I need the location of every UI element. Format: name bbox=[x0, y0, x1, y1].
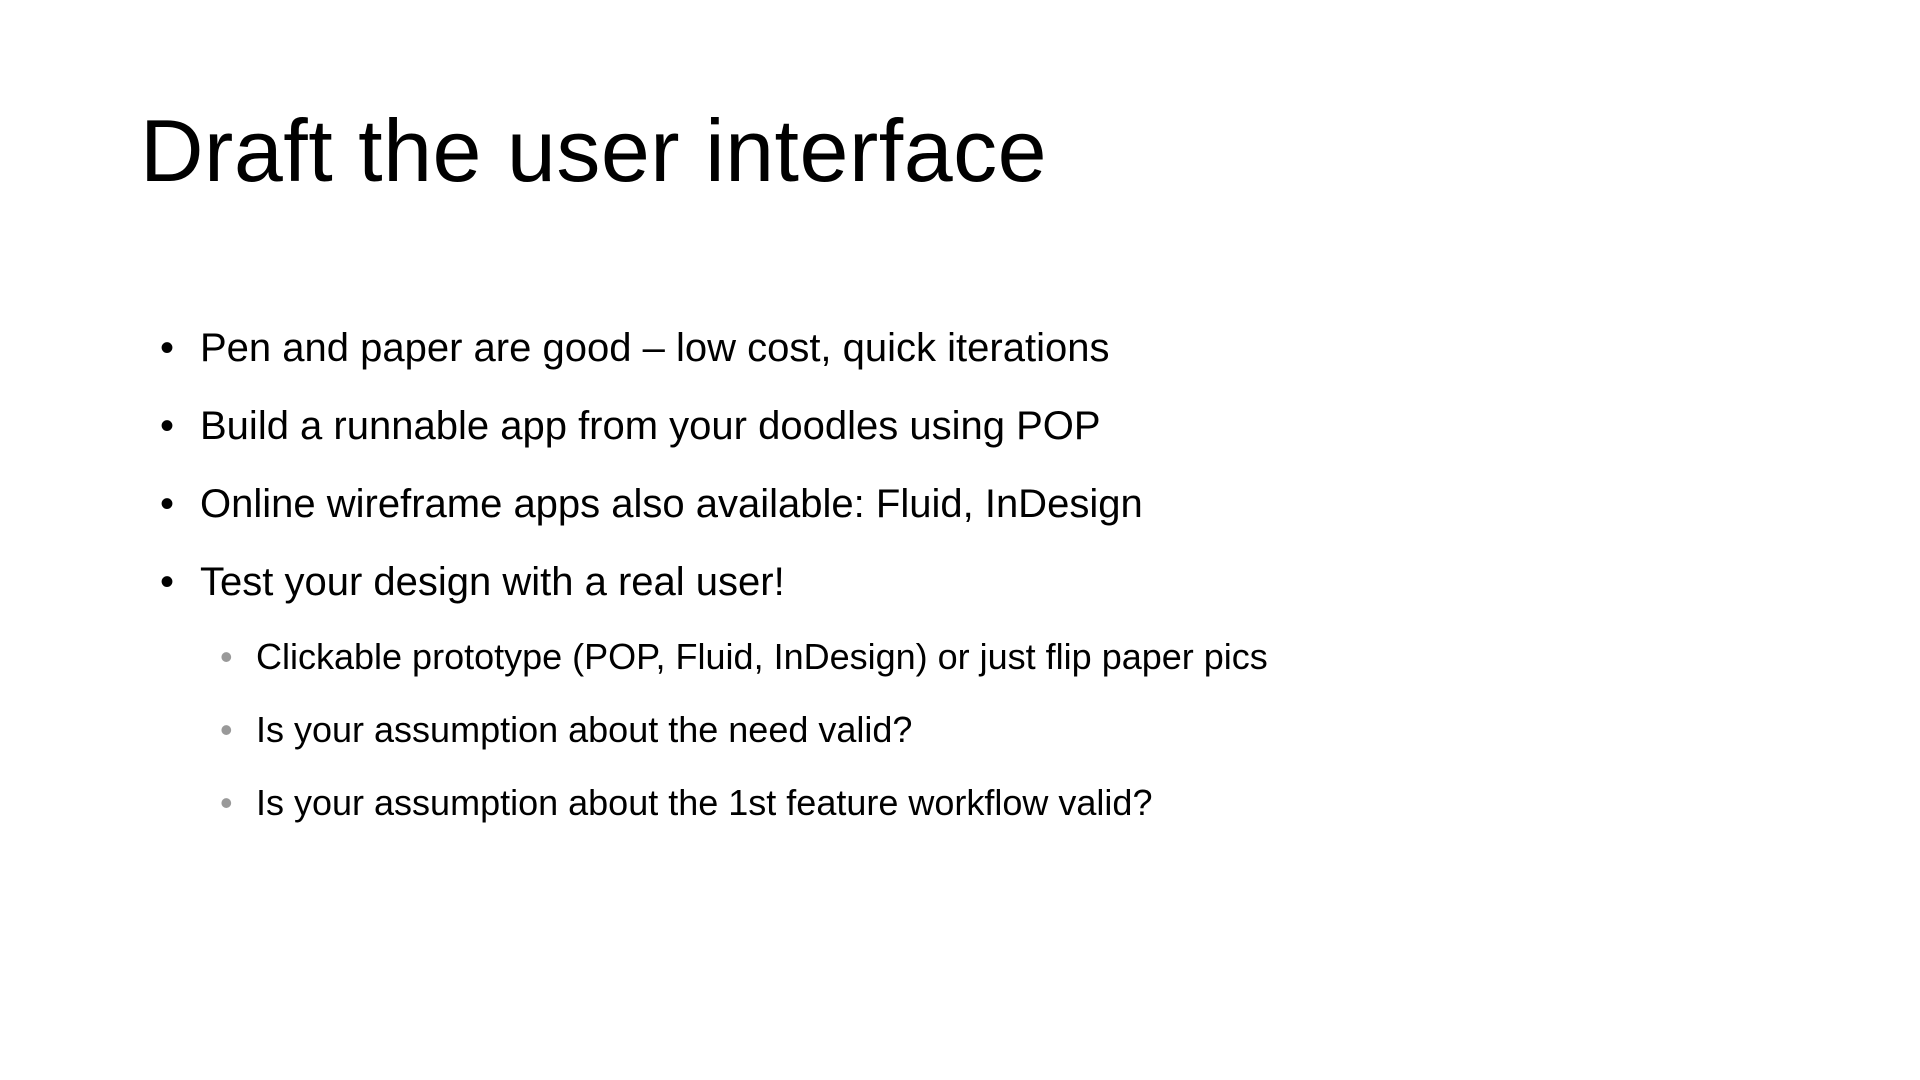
sub-bullet-text: Clickable prototype (POP, Fluid, InDesig… bbox=[256, 636, 1268, 677]
bullet-text: Pen and paper are good – low cost, quick… bbox=[200, 326, 1109, 370]
slide-title: Draft the user interface bbox=[140, 100, 1780, 202]
bullet-text: Test your design with a real user! bbox=[200, 560, 785, 604]
sub-bullet-item: Is your assumption about the need valid? bbox=[220, 707, 1780, 754]
sub-bullet-text: Is your assumption about the 1st feature… bbox=[256, 782, 1152, 823]
sub-bullet-item: Clickable prototype (POP, Fluid, InDesig… bbox=[220, 634, 1780, 681]
sub-bullet-list: Clickable prototype (POP, Fluid, InDesig… bbox=[200, 634, 1780, 826]
slide-container: Draft the user interface Pen and paper a… bbox=[0, 0, 1920, 1080]
sub-bullet-item: Is your assumption about the 1st feature… bbox=[220, 780, 1780, 827]
bullet-text: Online wireframe apps also available: Fl… bbox=[200, 482, 1143, 526]
bullet-item: Build a runnable app from your doodles u… bbox=[160, 400, 1780, 452]
bullet-item: Test your design with a real user! Click… bbox=[160, 556, 1780, 826]
bullet-text: Build a runnable app from your doodles u… bbox=[200, 404, 1101, 448]
main-bullet-list: Pen and paper are good – low cost, quick… bbox=[140, 322, 1780, 826]
bullet-item: Online wireframe apps also available: Fl… bbox=[160, 478, 1780, 530]
bullet-item: Pen and paper are good – low cost, quick… bbox=[160, 322, 1780, 374]
sub-bullet-text: Is your assumption about the need valid? bbox=[256, 709, 912, 750]
